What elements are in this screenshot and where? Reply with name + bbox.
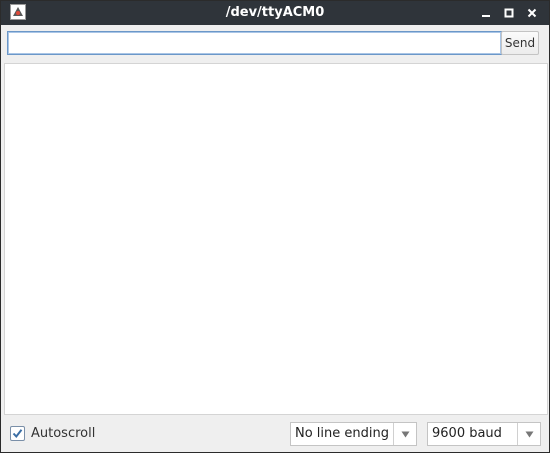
- minimize-icon[interactable]: [477, 4, 495, 22]
- bottom-bar: Autoscroll No line ending 9600 baud: [1, 415, 549, 452]
- send-button[interactable]: Send: [501, 31, 539, 55]
- send-row: Send: [1, 25, 549, 63]
- serial-output-area[interactable]: [4, 63, 548, 415]
- send-input[interactable]: [7, 31, 502, 55]
- chevron-down-icon[interactable]: [393, 423, 416, 445]
- line-ending-value: No line ending: [295, 426, 389, 441]
- title-bar[interactable]: /dev/ttyACM0: [1, 1, 549, 25]
- line-ending-select[interactable]: No line ending: [290, 422, 417, 446]
- chevron-down-icon[interactable]: [517, 423, 540, 445]
- close-icon[interactable]: [523, 4, 541, 22]
- autoscroll-checkbox[interactable]: Autoscroll: [10, 426, 95, 441]
- window-title: /dev/ttyACM0: [225, 5, 325, 20]
- serial-output-text: [5, 64, 547, 68]
- checkbox-checked-icon[interactable]: [10, 426, 25, 441]
- baud-rate-value: 9600 baud: [432, 426, 502, 441]
- baud-rate-select[interactable]: 9600 baud: [427, 422, 541, 446]
- serial-monitor-window: /dev/ttyACM0 Send Autoscroll No line end…: [0, 0, 550, 453]
- autoscroll-label: Autoscroll: [31, 426, 96, 441]
- maximize-icon[interactable]: [500, 4, 518, 22]
